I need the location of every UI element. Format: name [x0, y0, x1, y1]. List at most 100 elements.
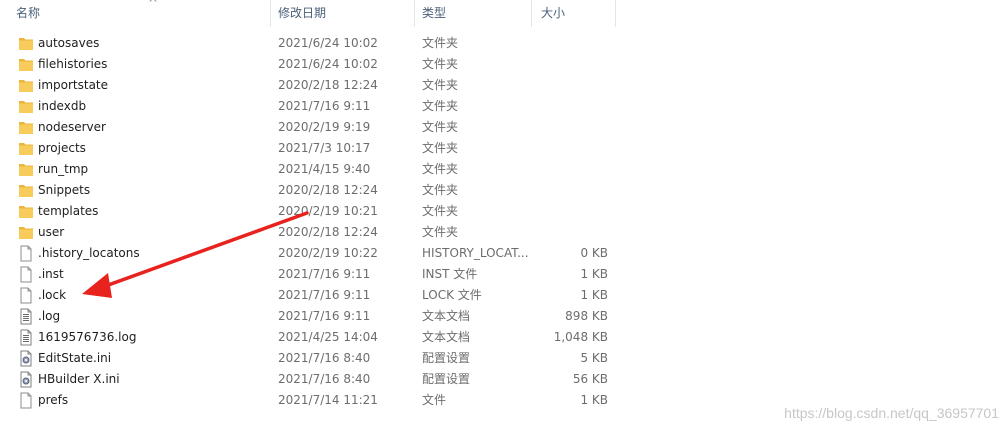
column-header-date[interactable]: 修改日期 [272, 0, 414, 27]
file-row[interactable]: nodeserver 2020/2/19 9:19 文件夹 [0, 117, 620, 138]
file-name: EditState.ini [38, 351, 112, 365]
file-row[interactable]: HBuilder X.ini 2021/7/16 8:40 配置设置 56 KB [0, 369, 620, 390]
file-row[interactable]: templates 2020/2/19 10:21 文件夹 [0, 201, 620, 222]
file-size: 5 KB [580, 351, 608, 365]
file-date: 2020/2/18 12:24 [278, 78, 378, 92]
file-name: HBuilder X.ini [38, 372, 120, 386]
folder-icon [18, 56, 34, 73]
folder-icon [18, 140, 34, 157]
file-size: 56 KB [572, 372, 608, 386]
blank-file-icon [18, 287, 34, 304]
file-size: 1 KB [580, 288, 608, 302]
file-size [537, 54, 608, 75]
file-row[interactable]: .history_locatons 2020/2/19 10:22 HISTORY_… [0, 243, 620, 264]
file-row[interactable]: .inst 2021/7/16 9:11 INST 文件 1 KB [0, 264, 620, 285]
file-name: .history_locatons [38, 246, 140, 260]
file-name: .log [38, 309, 61, 323]
file-type: LOCK 文件 [422, 288, 482, 302]
file-type: INST 文件 [422, 267, 478, 281]
file-date: 2021/7/16 9:11 [278, 99, 371, 113]
column-header-size-label: 大小 [541, 6, 566, 20]
file-name: user [38, 225, 65, 239]
file-name: Snippets [38, 183, 91, 197]
file-type: 文件夹 [422, 99, 459, 113]
file-explorer-window: 名称 ^ 修改日期 类型 大小 autosaves 2021/6/24 10:02… [0, 0, 1007, 435]
text-file-icon [18, 308, 34, 325]
column-header-type[interactable]: 类型 [416, 0, 531, 27]
file-size: 1,048 KB [553, 330, 608, 344]
column-header-name-label: 名称 [16, 6, 41, 20]
file-name: .lock [38, 288, 67, 302]
file-name: importstate [38, 78, 109, 92]
column-divider[interactable] [270, 0, 271, 27]
watermark: https://blog.csdn.net/qq_36957701 [784, 405, 999, 421]
folder-icon [18, 98, 34, 115]
file-row[interactable]: EditState.ini 2021/7/16 8:40 配置设置 5 KB [0, 348, 620, 369]
file-date: 2021/7/16 9:11 [278, 309, 371, 323]
column-header-name[interactable]: 名称 ^ [12, 0, 270, 27]
column-header-size[interactable]: 大小 [535, 0, 615, 27]
folder-icon [18, 182, 34, 199]
file-date: 2020/2/19 10:22 [278, 246, 378, 260]
file-type: 文件夹 [422, 183, 459, 197]
file-row[interactable]: filehistories 2021/6/24 10:02 文件夹 [0, 54, 620, 75]
file-name: projects [38, 141, 86, 155]
column-divider[interactable] [531, 0, 532, 27]
file-date: 2021/7/14 11:21 [278, 393, 378, 407]
blank-file-icon [18, 245, 34, 262]
column-header-date-label: 修改日期 [278, 6, 327, 20]
file-row[interactable]: .log 2021/7/16 9:11 文本文档 898 KB [0, 306, 620, 327]
file-name: autosaves [38, 36, 100, 50]
file-size: 1 KB [580, 267, 608, 281]
file-type: 文件夹 [422, 57, 459, 71]
file-name: nodeserver [38, 120, 106, 134]
folder-icon [18, 35, 34, 52]
file-name: indexdb [38, 99, 87, 113]
file-size [537, 201, 608, 222]
file-size [537, 96, 608, 117]
file-name: templates [38, 204, 99, 218]
file-type: 文件夹 [422, 162, 459, 176]
file-name: run_tmp [38, 162, 89, 176]
file-row[interactable]: projects 2021/7/3 10:17 文件夹 [0, 138, 620, 159]
file-size [537, 75, 608, 96]
file-list: autosaves 2021/6/24 10:02 文件夹 filehistories… [0, 33, 1007, 411]
folder-icon [18, 119, 34, 136]
file-size [537, 117, 608, 138]
file-row[interactable]: 1619576736.log 2021/4/25 14:04 文本文档 1,048 K… [0, 327, 620, 348]
file-type: 文件夹 [422, 78, 459, 92]
file-row[interactable]: user 2020/2/18 12:24 文件夹 [0, 222, 620, 243]
file-date: 2021/7/16 9:11 [278, 267, 371, 281]
file-row[interactable]: run_tmp 2021/4/15 9:40 文件夹 [0, 159, 620, 180]
file-row[interactable]: importstate 2020/2/18 12:24 文件夹 [0, 75, 620, 96]
file-row[interactable]: autosaves 2021/6/24 10:02 文件夹 [0, 33, 620, 54]
file-size [537, 222, 608, 243]
file-size [537, 159, 608, 180]
settings-file-icon [18, 350, 34, 367]
file-size: 1 KB [580, 393, 608, 407]
file-row[interactable]: .lock 2021/7/16 9:11 LOCK 文件 1 KB [0, 285, 620, 306]
file-name: prefs [38, 393, 69, 407]
file-name: 1619576736.log [38, 330, 137, 344]
column-divider[interactable] [615, 0, 616, 27]
file-date: 2021/7/3 10:17 [278, 141, 371, 155]
file-row[interactable]: indexdb 2021/7/16 9:11 文件夹 [0, 96, 620, 117]
folder-icon [18, 203, 34, 220]
file-type: 文件夹 [422, 120, 459, 134]
file-size: 898 KB [565, 309, 608, 323]
file-row[interactable]: Snippets 2020/2/18 12:24 文件夹 [0, 180, 620, 201]
column-header-type-label: 类型 [422, 6, 447, 20]
blank-file-icon [18, 392, 34, 409]
settings-file-icon [18, 371, 34, 388]
folder-icon [18, 161, 34, 178]
sort-ascending-icon: ^ [148, 0, 159, 10]
file-row[interactable]: prefs 2021/7/14 11:21 文件 1 KB [0, 390, 620, 411]
file-type: 配置设置 [422, 351, 471, 365]
file-date: 2021/6/24 10:02 [278, 36, 378, 50]
text-file-icon [18, 329, 34, 346]
file-date: 2020/2/18 12:24 [278, 183, 378, 197]
column-divider[interactable] [414, 0, 415, 27]
file-type: 文件夹 [422, 204, 459, 218]
file-date: 2021/6/24 10:02 [278, 57, 378, 71]
file-name: .inst [38, 267, 64, 281]
